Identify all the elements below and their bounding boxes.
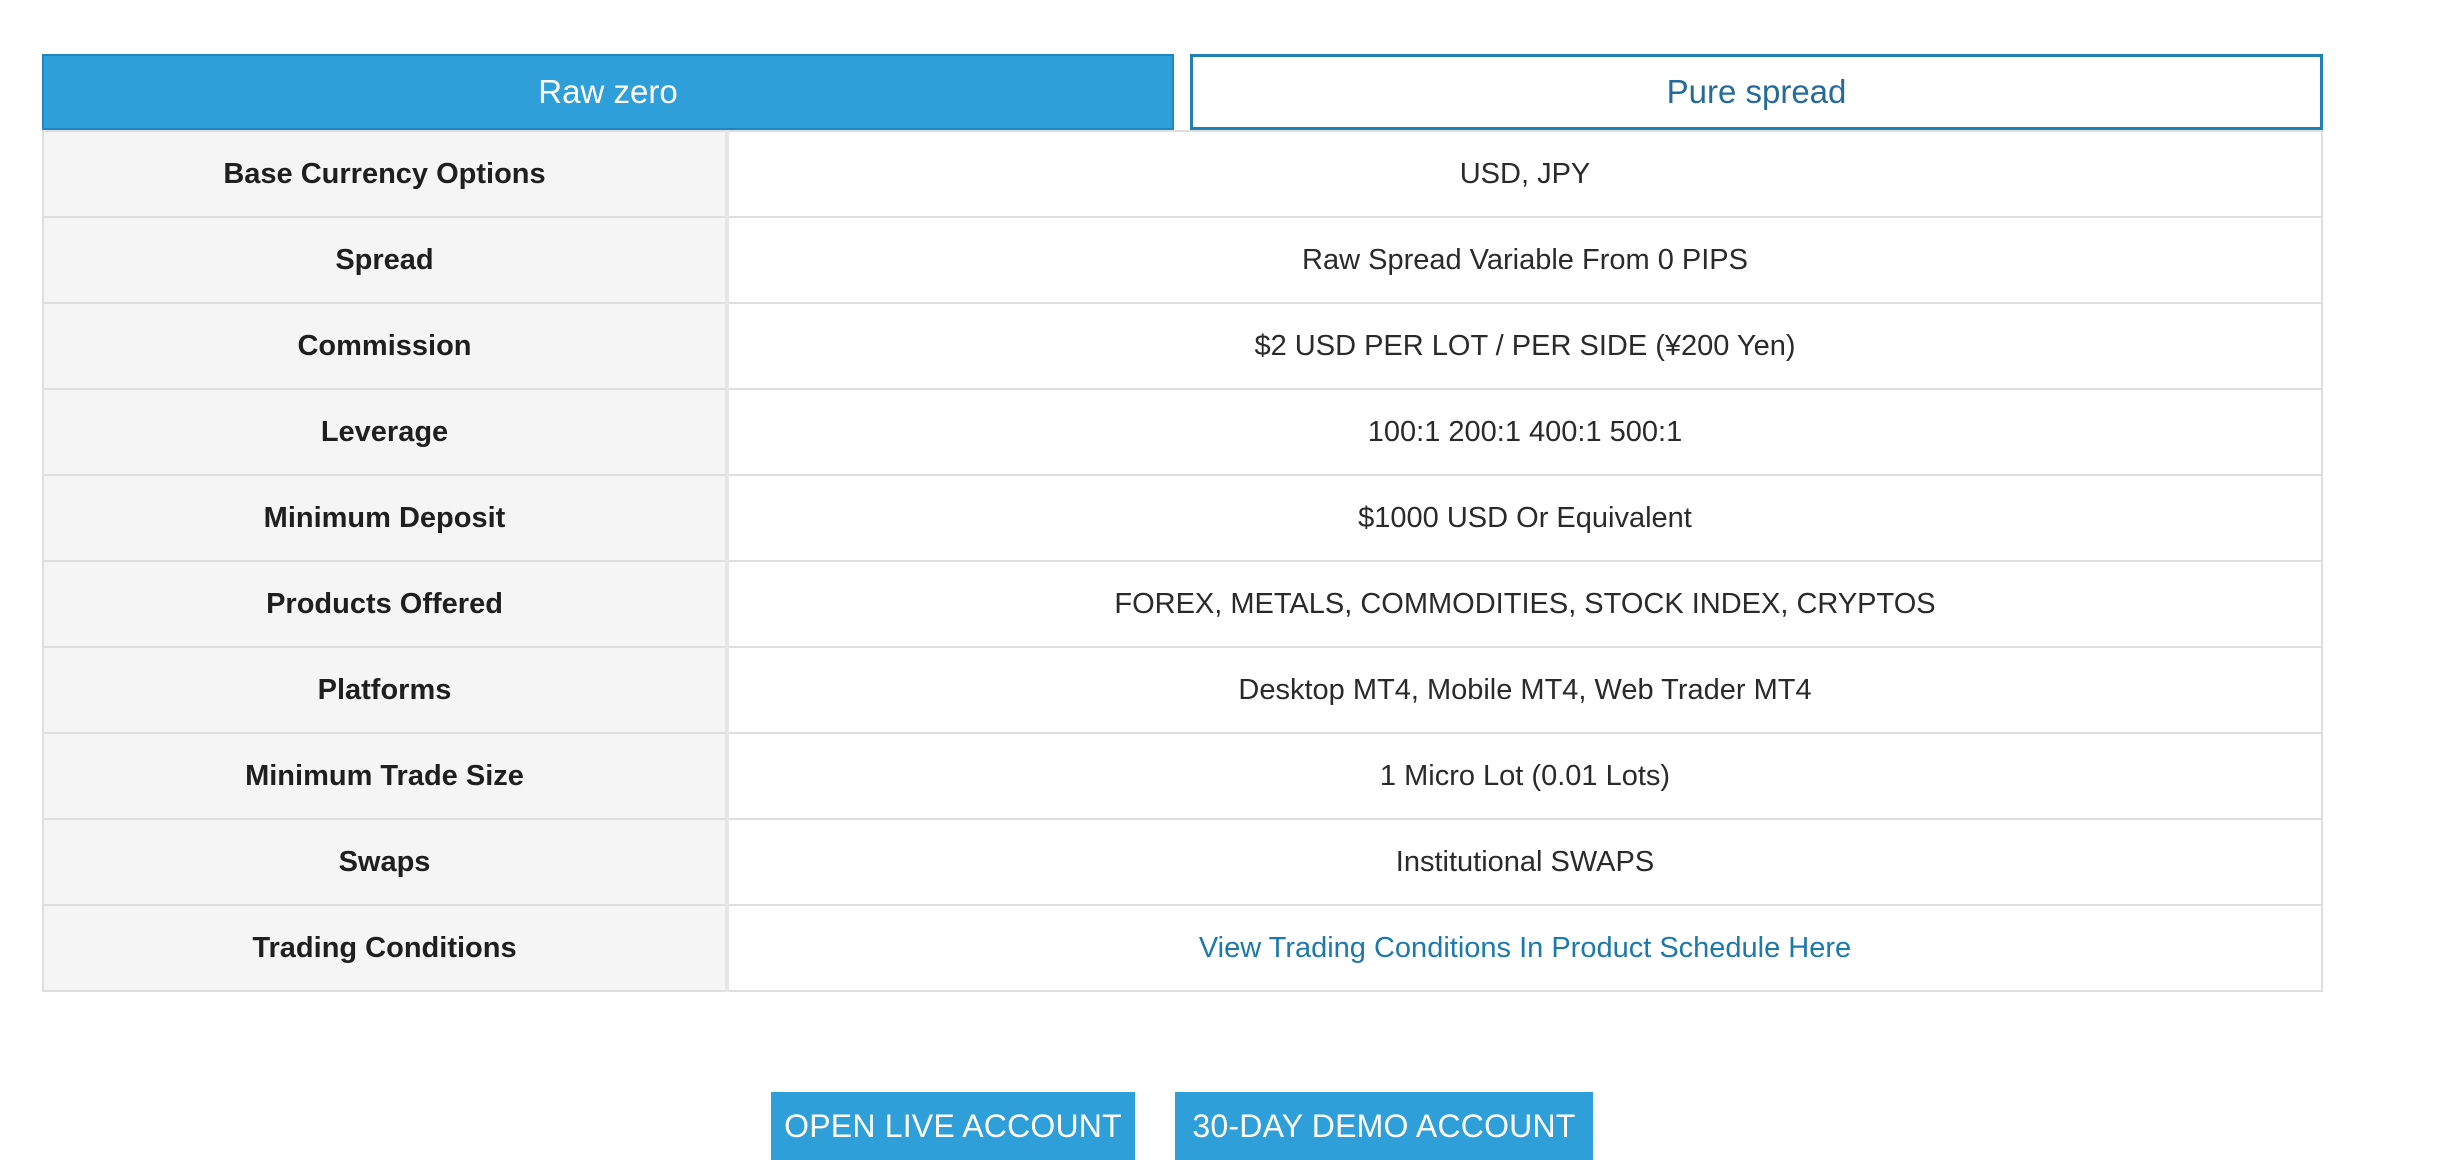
table-row: Minimum Deposit $1000 USD Or Equivalent [42,474,2323,562]
tab-raw-zero-label: Raw zero [538,73,678,110]
tab-pure-spread[interactable]: Pure spread [1190,54,2323,130]
table-row: Leverage 100:1 200:1 400:1 500:1 [42,388,2323,476]
row-value-swaps: Institutional SWAPS [726,818,2323,906]
demo-account-button[interactable]: 30-DAY DEMO ACCOUNT [1175,1092,1593,1160]
table-row: Spread Raw Spread Variable From 0 PIPS [42,216,2323,304]
row-label-swaps: Swaps [42,818,729,906]
tab-pure-spread-label: Pure spread [1666,73,1847,110]
row-value-platforms: Desktop MT4, Mobile MT4, Web Trader MT4 [726,646,2323,734]
row-value-commission: $2 USD PER LOT / PER SIDE (¥200 Yen) [726,302,2323,390]
row-label-minimum-trade-size: Minimum Trade Size [42,732,729,820]
trading-conditions-link[interactable]: View Trading Conditions In Product Sched… [1199,932,1851,964]
row-value-minimum-trade-size: 1 Micro Lot (0.01 Lots) [726,732,2323,820]
account-actions: OPEN LIVE ACCOUNT 30-DAY DEMO ACCOUNT [771,1092,1593,1160]
row-value-leverage: 100:1 200:1 400:1 500:1 [726,388,2323,476]
table-row: Commission $2 USD PER LOT / PER SIDE (¥2… [42,302,2323,390]
account-comparison-page: Raw zero Pure spread Base Currency Optio… [0,0,2461,1160]
row-value-spread: Raw Spread Variable From 0 PIPS [726,216,2323,304]
table-row: Swaps Institutional SWAPS [42,818,2323,906]
row-value-base-currency: USD, JPY [726,130,2323,218]
table-row: Minimum Trade Size 1 Micro Lot (0.01 Lot… [42,732,2323,820]
open-live-account-button[interactable]: OPEN LIVE ACCOUNT [771,1092,1135,1160]
row-label-commission: Commission [42,302,729,390]
table-row: Products Offered FOREX, METALS, COMMODIT… [42,560,2323,648]
row-label-spread: Spread [42,216,729,304]
account-type-tabs: Raw zero Pure spread [42,54,2323,130]
row-label-products-offered: Products Offered [42,560,729,648]
tab-raw-zero[interactable]: Raw zero [42,54,1174,130]
table-row: Base Currency Options USD, JPY [42,130,2323,218]
row-value-minimum-deposit: $1000 USD Or Equivalent [726,474,2323,562]
row-label-trading-conditions: Trading Conditions [42,904,729,992]
row-label-leverage: Leverage [42,388,729,476]
table-row: Platforms Desktop MT4, Mobile MT4, Web T… [42,646,2323,734]
row-value-products-offered: FOREX, METALS, COMMODITIES, STOCK INDEX,… [726,560,2323,648]
row-label-base-currency: Base Currency Options [42,130,729,218]
row-label-minimum-deposit: Minimum Deposit [42,474,729,562]
table-row: Trading Conditions View Trading Conditio… [42,904,2323,992]
row-value-trading-conditions: View Trading Conditions In Product Sched… [726,904,2323,992]
row-label-platforms: Platforms [42,646,729,734]
account-features-table: Base Currency Options USD, JPY Spread Ra… [42,130,2323,992]
